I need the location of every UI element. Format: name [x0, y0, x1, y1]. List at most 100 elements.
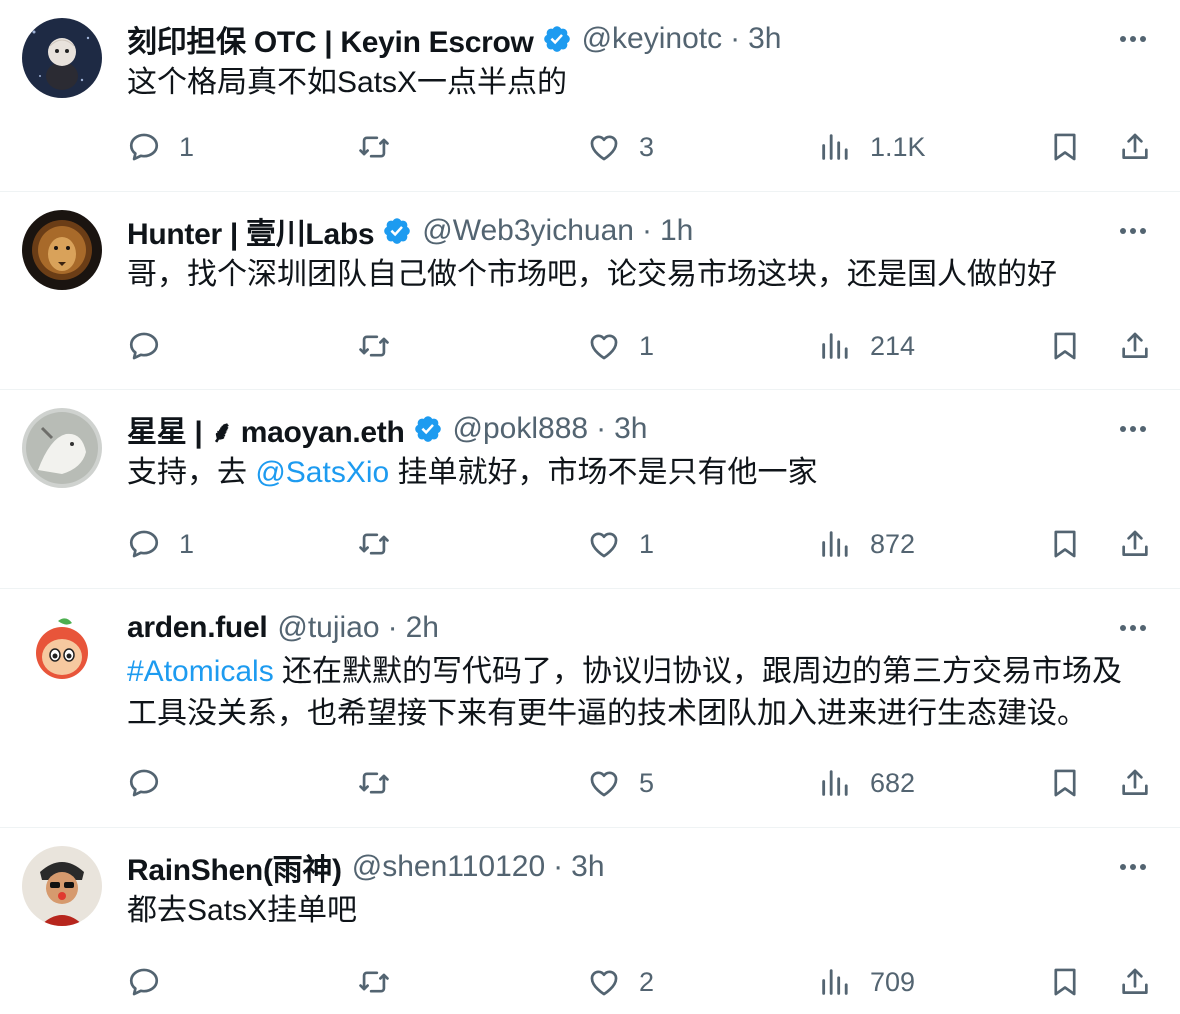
views-button[interactable]: 1.1K [818, 127, 926, 167]
retweet-button[interactable] [357, 763, 391, 803]
reply-button[interactable] [127, 326, 179, 366]
share-upload-icon [1118, 130, 1152, 164]
avatar[interactable] [22, 607, 102, 687]
views-button[interactable]: 872 [818, 524, 915, 564]
verified-badge-icon [413, 414, 443, 444]
tweet-header: 星星 | ⸙ maoyan.eth @pokl888 · 3h [127, 407, 647, 451]
heart-icon [587, 527, 621, 561]
tweet[interactable]: 星星 | ⸙ maoyan.eth @pokl888 · 3h 支持，去 @Sa… [0, 390, 1180, 589]
action-bar: 2 709 [0, 962, 1180, 1002]
bookmark-button[interactable] [1048, 524, 1082, 564]
reply-icon [127, 329, 161, 363]
reply-button[interactable] [127, 763, 179, 803]
tweet-header: arden.fuel @tujiao · 2h [127, 609, 439, 647]
like-button[interactable]: 1 [587, 326, 654, 366]
like-button[interactable]: 3 [587, 127, 654, 167]
more-dots-icon[interactable] [1116, 22, 1150, 56]
separator-dot: · [596, 412, 607, 445]
avatar[interactable] [22, 210, 102, 290]
timestamp[interactable]: 3h [748, 22, 781, 56]
share-upload-icon [1118, 965, 1152, 999]
like-count: 1 [639, 330, 655, 361]
like-count: 5 [639, 767, 655, 798]
share-button[interactable] [1118, 326, 1152, 366]
user-handle[interactable]: @tujiao [277, 611, 379, 645]
like-button[interactable]: 5 [587, 763, 654, 803]
separator-dot: · [730, 22, 741, 55]
timestamp[interactable]: 3h [571, 850, 604, 884]
retweet-icon [357, 766, 391, 800]
bookmark-button[interactable] [1048, 962, 1082, 1002]
views-bar-chart-icon [818, 965, 852, 999]
retweet-button[interactable] [357, 524, 391, 564]
share-button[interactable] [1118, 127, 1152, 167]
tweet-text-segment: 还在默默的写代码了，协议归协议，跟周边的第三方交易市场及工具没关系，也希望接下来… [127, 655, 1123, 730]
views-bar-chart-icon [818, 527, 852, 561]
views-button[interactable]: 214 [818, 326, 915, 366]
tweet-text-segment: 哥，找个深圳团队自己做个市场吧，论交易市场这块，还是国人做的好 [127, 258, 1057, 291]
display-name[interactable]: arden.fuel [127, 611, 268, 645]
tweet-text: 哥，找个深圳团队自己做个市场吧，论交易市场这块，还是国人做的好 [127, 254, 1140, 296]
more-dots-icon[interactable] [1116, 412, 1150, 446]
avatar[interactable] [22, 18, 102, 98]
user-handle[interactable]: @Web3yichuan [422, 214, 634, 248]
display-name[interactable]: RainShen(雨神) [127, 845, 342, 889]
share-button[interactable] [1118, 763, 1152, 803]
bookmark-button[interactable] [1048, 763, 1082, 803]
separator-dot: · [641, 214, 652, 247]
mention-link[interactable]: @SatsXio [255, 456, 389, 489]
share-upload-icon [1118, 766, 1152, 800]
tweet-header: RainShen(雨神) @shen110120 · 3h [127, 845, 605, 889]
timestamp[interactable]: 2h [406, 611, 439, 645]
reply-icon [127, 527, 161, 561]
more-dots-icon[interactable] [1116, 611, 1150, 645]
bookmark-button[interactable] [1048, 326, 1082, 366]
retweet-icon [357, 329, 391, 363]
tweet[interactable]: 刻印担保 OTC | Keyin Escrow @keyinotc · 3h 这… [0, 0, 1180, 192]
heart-icon [587, 965, 621, 999]
heart-icon [587, 329, 621, 363]
hashtag-link[interactable]: #Atomicals [127, 655, 274, 688]
share-button[interactable] [1118, 962, 1152, 1002]
user-handle[interactable]: @pokl888 [453, 412, 589, 446]
display-name[interactable]: 星星 | ⸙ maoyan.eth [127, 407, 405, 451]
avatar[interactable] [22, 846, 102, 926]
views-button[interactable]: 709 [818, 962, 915, 1002]
tweet[interactable]: arden.fuel @tujiao · 2h #Atomicals 还在默默的… [0, 589, 1180, 828]
views-count: 709 [870, 966, 916, 997]
views-button[interactable]: 682 [818, 763, 915, 803]
tweet-text: 都去SatsX挂单吧 [127, 890, 1140, 932]
tweet[interactable]: RainShen(雨神) @shen110120 · 3h 都去SatsX挂单吧… [0, 828, 1180, 1014]
verified-badge-icon [382, 216, 412, 246]
share-upload-icon [1118, 329, 1152, 363]
reply-count: 1 [179, 131, 195, 162]
user-handle[interactable]: @keyinotc [582, 22, 723, 56]
like-button[interactable]: 2 [587, 962, 654, 1002]
views-bar-chart-icon [818, 766, 852, 800]
views-count: 214 [870, 330, 916, 361]
timestamp[interactable]: 1h [660, 214, 693, 248]
tweet[interactable]: Hunter | 壹川Labs @Web3yichuan · 1h 哥，找个深圳… [0, 192, 1180, 390]
retweet-icon [357, 527, 391, 561]
share-button[interactable] [1118, 524, 1152, 564]
avatar[interactable] [22, 408, 102, 488]
retweet-button[interactable] [357, 962, 391, 1002]
display-name[interactable]: 刻印担保 OTC | Keyin Escrow [127, 17, 534, 61]
timestamp[interactable]: 3h [614, 412, 647, 446]
retweet-button[interactable] [357, 127, 391, 167]
tweet-text-segment: 都去SatsX挂单吧 [127, 894, 358, 927]
tweet-text: 支持，去 @SatsXio 挂单就好，市场不是只有他一家 [127, 452, 1140, 494]
action-bar: 1 214 [0, 326, 1180, 366]
reply-button[interactable]: 1 [127, 127, 194, 167]
reply-button[interactable]: 1 [127, 524, 194, 564]
more-dots-icon[interactable] [1116, 214, 1150, 248]
tweet-text-segment: 这个格局真不如SatsX一点半点的 [127, 66, 568, 99]
bookmark-button[interactable] [1048, 127, 1082, 167]
views-count: 682 [870, 767, 916, 798]
like-button[interactable]: 1 [587, 524, 654, 564]
display-name[interactable]: Hunter | 壹川Labs [127, 209, 375, 253]
reply-button[interactable] [127, 962, 179, 1002]
retweet-button[interactable] [357, 326, 391, 366]
more-dots-icon[interactable] [1116, 850, 1150, 884]
user-handle[interactable]: @shen110120 [352, 850, 545, 884]
